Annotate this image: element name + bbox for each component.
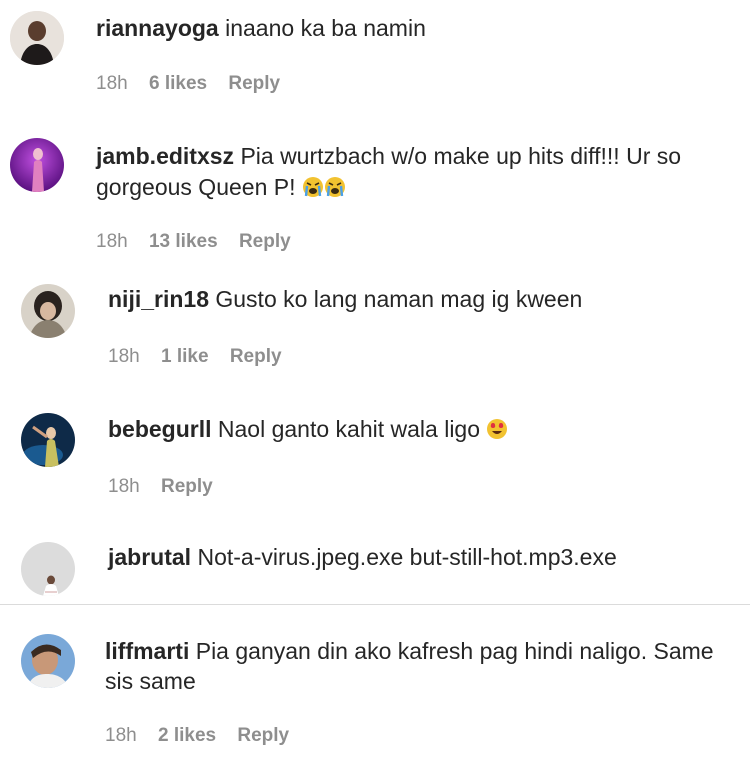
likes-count[interactable]: 6 likes (149, 73, 207, 94)
comment-text: riannayoga inaano ka ba namin (96, 13, 426, 44)
avatar-image (10, 11, 64, 65)
reply-button[interactable]: Reply (230, 346, 282, 367)
avatar[interactable] (10, 138, 64, 192)
comment-meta: 18h 1 like Reply (108, 346, 298, 368)
comment-meta: 18h Reply (108, 476, 229, 498)
comment-username[interactable]: jamb.editxsz (96, 143, 234, 169)
comment-text: niji_rin18 Gusto ko lang naman mag ig kw… (108, 284, 582, 315)
avatar-image (21, 413, 75, 467)
comment-username[interactable]: riannayoga (96, 15, 219, 41)
avatar-image (21, 634, 75, 688)
comment-timestamp[interactable]: 18h (108, 476, 140, 497)
comment-body: Not-a-virus.jpeg.exe but-still-hot.mp3.e… (197, 544, 617, 570)
crying-emoji-icon (324, 177, 345, 197)
avatar[interactable] (21, 542, 75, 596)
comment-timestamp[interactable]: 18h (105, 725, 137, 746)
comment-text-line2: gorgeous Queen P! (96, 172, 346, 203)
likes-count[interactable]: 1 like (161, 346, 209, 367)
likes-count[interactable]: 13 likes (149, 231, 218, 252)
comment-timestamp[interactable]: 18h (108, 346, 140, 367)
heart-eyes-emoji-icon (487, 419, 508, 439)
avatar[interactable] (21, 284, 75, 338)
comment-text: liffmarti Pia ganyan din ako kafresh pag… (105, 636, 714, 667)
comment-username[interactable]: liffmarti (105, 638, 189, 664)
avatar[interactable] (10, 11, 64, 65)
comment-username[interactable]: bebegurll (108, 416, 212, 442)
avatar[interactable] (21, 413, 75, 467)
comment-username[interactable]: niji_rin18 (108, 286, 209, 312)
avatar-image (10, 138, 64, 192)
comment-meta: 18h 13 likes Reply (96, 231, 307, 253)
comment-text-line2: sis same (105, 666, 196, 697)
likes-count[interactable]: 2 likes (158, 725, 216, 746)
comment-body-line1: Pia ganyan din ako kafresh pag hindi nal… (195, 638, 714, 664)
crying-emoji-icon (302, 177, 323, 197)
comment-text: jamb.editxsz Pia wurtzbach w/o make up h… (96, 141, 681, 172)
divider (0, 604, 750, 605)
avatar-image (21, 542, 75, 596)
comment-body: Gusto ko lang naman mag ig kween (215, 286, 583, 312)
comment-username[interactable]: jabrutal (108, 544, 191, 570)
comment-body-line2: sis same (105, 668, 196, 694)
reply-button[interactable]: Reply (237, 725, 289, 746)
comment-body: Naol ganto kahit wala ligo (217, 416, 481, 442)
comment-meta: 18h 2 likes Reply (105, 725, 305, 747)
reply-button[interactable]: Reply (239, 231, 291, 252)
comment-timestamp[interactable]: 18h (96, 231, 128, 252)
reply-button[interactable]: Reply (161, 476, 213, 497)
comment-body-line2: gorgeous Queen P! (96, 174, 296, 200)
comment-text: bebegurll Naol ganto kahit wala ligo (108, 414, 508, 445)
comment-body: inaano ka ba namin (225, 15, 426, 41)
avatar[interactable] (21, 634, 75, 688)
comment-meta: 18h 6 likes Reply (96, 73, 296, 95)
comment-timestamp[interactable]: 18h (96, 73, 128, 94)
comment-text: jabrutal Not-a-virus.jpeg.exe but-still-… (108, 542, 617, 573)
reply-button[interactable]: Reply (228, 73, 280, 94)
comment-body-line1: Pia wurtzbach w/o make up hits diff!!! U… (240, 143, 682, 169)
avatar-image (21, 284, 75, 338)
